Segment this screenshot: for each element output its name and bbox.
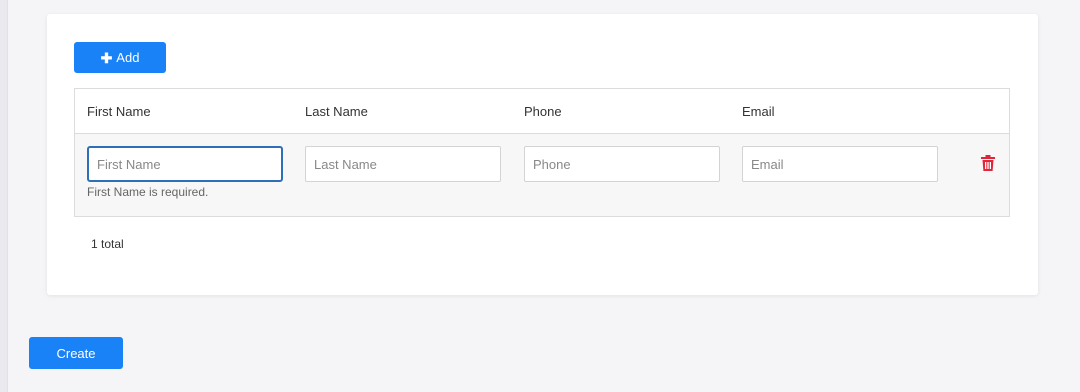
total-count: 1 total (91, 237, 124, 251)
email-input[interactable] (742, 146, 938, 182)
phone-input[interactable] (524, 146, 720, 182)
contacts-table: First Name Last Name Phone Email First N… (74, 88, 1010, 217)
table-header: First Name Last Name Phone Email (75, 89, 1009, 134)
create-button[interactable]: Create (29, 337, 123, 369)
first-name-error: First Name is required. (87, 185, 209, 199)
column-header-last-name: Last Name (305, 104, 368, 119)
first-name-input[interactable] (87, 146, 283, 182)
add-button[interactable]: ✚ Add (74, 42, 166, 73)
column-header-phone: Phone (524, 104, 562, 119)
table-row: First Name is required. (75, 134, 1009, 216)
trash-icon[interactable] (981, 155, 995, 171)
column-header-email: Email (742, 104, 775, 119)
contacts-card: ✚ Add First Name Last Name Phone Email F… (47, 14, 1038, 295)
add-button-label: Add (116, 50, 140, 65)
left-rail (0, 0, 8, 392)
plus-icon: ✚ (100, 49, 113, 66)
last-name-input[interactable] (305, 146, 501, 182)
column-header-first-name: First Name (87, 104, 151, 119)
